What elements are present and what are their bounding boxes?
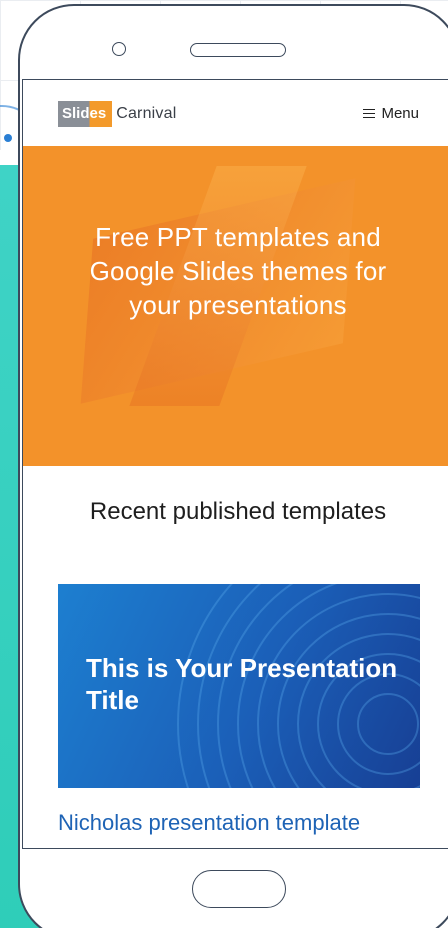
thumbnail-title: This is Your Presentation Title xyxy=(86,653,398,715)
hero-banner: Free PPT templates and Google Slides the… xyxy=(23,146,448,466)
phone-screen: Slides Carnival Menu Free PPT templates … xyxy=(22,79,448,849)
template-name-link[interactable]: Nicholas presentation template xyxy=(58,808,420,838)
menu-label: Menu xyxy=(381,105,419,122)
home-button[interactable] xyxy=(192,870,286,908)
camera-icon xyxy=(112,42,126,56)
template-thumbnail[interactable]: This is Your Presentation Title xyxy=(58,584,420,788)
hero-title: Free PPT templates and Google Slides the… xyxy=(89,222,387,320)
logo-carnival-text: Carnival xyxy=(116,105,177,122)
background-connector-dot xyxy=(4,134,12,142)
mockup-stage: Slides Carnival Menu Free PPT templates … xyxy=(0,0,448,928)
site-header: Slides Carnival Menu xyxy=(23,80,448,146)
menu-button[interactable]: Menu xyxy=(363,105,419,122)
speaker-grille xyxy=(190,43,286,57)
slidescarnival-logo[interactable]: Slides Carnival xyxy=(58,101,176,127)
recent-templates-heading: Recent published templates xyxy=(89,498,387,525)
logo-slides-text: Slides xyxy=(58,101,113,127)
hamburger-icon xyxy=(363,108,376,119)
